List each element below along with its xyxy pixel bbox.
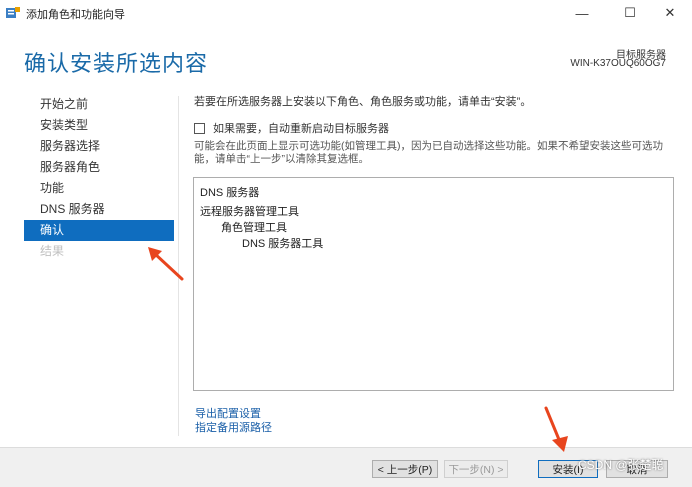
window-title: 添加角色和功能向导 xyxy=(26,9,125,21)
alternate-source-link[interactable]: 指定备用源路径 xyxy=(195,419,272,435)
nav-item-server-selection[interactable]: 服务器选择 xyxy=(24,136,174,157)
nav-item-features[interactable]: 功能 xyxy=(24,178,174,199)
csdn-watermark: CSDN @张楚聪 xyxy=(578,458,664,472)
nav-item-server-roles[interactable]: 服务器角色 xyxy=(24,157,174,178)
target-server-name: WIN-K37OUQ60OG7 xyxy=(570,58,666,69)
list-item-dns-server-tools: DNS 服务器工具 xyxy=(242,238,324,250)
annotation-arrow-install-icon xyxy=(544,406,568,452)
wizard-steps-nav: 开始之前 安装类型 服务器选择 服务器角色 功能 DNS 服务器 确认 结果 xyxy=(24,94,174,262)
next-button: 下一步(N) > xyxy=(444,460,508,478)
restart-checkbox[interactable] xyxy=(194,122,205,134)
server-manager-icon xyxy=(6,7,20,18)
main-content: 若要在所选服务器上安装以下角色、角色服务或功能，请单击“安装”。 如果需要，自动… xyxy=(194,93,674,165)
note-line-2: 能，请单击“上一步”以清除其复选框。 xyxy=(194,153,369,165)
note-line-1: 可能会在此页面上显示可选功能(如管理工具)，因为已自动选择这些功能。如果不希望安… xyxy=(194,140,663,152)
annotation-arrow-confirm-icon xyxy=(148,247,184,281)
close-icon: ✕ xyxy=(664,5,676,20)
list-item-dns-server: DNS 服务器 xyxy=(200,187,260,199)
previous-button[interactable]: < 上一步(P) xyxy=(372,460,438,478)
nav-item-installation-type[interactable]: 安装类型 xyxy=(24,115,174,136)
optional-features-note: 可能会在此页面上显示可选功能(如管理工具)，因为已自动选择这些功能。如果不希望安… xyxy=(194,140,674,166)
nav-item-before-you-begin[interactable]: 开始之前 xyxy=(24,94,174,115)
maximize-button[interactable]: ☐ xyxy=(608,0,652,26)
restart-option[interactable]: 如果需要，自动重新启动目标服务器 xyxy=(194,120,389,136)
maximize-icon: ☐ xyxy=(624,5,636,20)
page-title: 确认安装所选内容 xyxy=(24,51,209,76)
restart-checkbox-label[interactable]: 如果需要，自动重新启动目标服务器 xyxy=(213,120,389,136)
close-button[interactable]: ✕ xyxy=(648,0,692,26)
minimize-icon: — xyxy=(575,5,589,21)
list-item-rsat: 远程服务器管理工具 xyxy=(200,206,299,218)
nav-item-dns-server[interactable]: DNS 服务器 xyxy=(24,199,174,220)
list-item-role-admin-tools: 角色管理工具 xyxy=(221,222,287,234)
selection-list[interactable]: DNS 服务器 远程服务器管理工具 角色管理工具 DNS 服务器工具 xyxy=(193,177,674,391)
title-bar: 添加角色和功能向导 — ☐ ✕ xyxy=(0,0,692,26)
minimize-button[interactable]: — xyxy=(560,0,604,26)
intro-text: 若要在所选服务器上安装以下角色、角色服务或功能，请单击“安装”。 xyxy=(194,96,532,108)
nav-item-confirmation[interactable]: 确认 xyxy=(24,220,174,241)
